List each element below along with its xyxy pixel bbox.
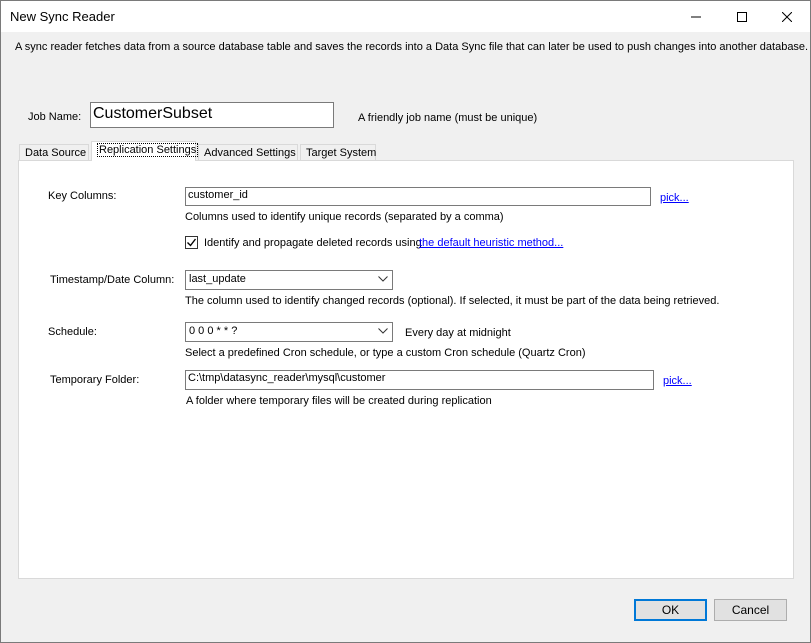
schedule-value: 0 0 0 * * ?: [189, 325, 238, 337]
temp-folder-pick-link[interactable]: pick...: [663, 375, 692, 387]
heuristic-method-link[interactable]: the default heuristic method...: [419, 237, 563, 249]
title-bar: New Sync Reader: [1, 1, 810, 32]
timestamp-column-label: Timestamp/Date Column:: [50, 274, 175, 286]
job-name-hint: A friendly job name (must be unique): [358, 112, 538, 124]
temp-folder-input[interactable]: C:\tmp\datasync_reader\mysql\customer: [185, 370, 654, 390]
job-name-input[interactable]: CustomerSubset: [90, 102, 334, 128]
timestamp-column-value: last_update: [189, 273, 246, 285]
close-button[interactable]: [764, 1, 810, 32]
chevron-down-icon: [378, 328, 388, 334]
key-columns-input[interactable]: customer_id: [185, 187, 651, 206]
maximize-button[interactable]: [719, 1, 765, 32]
tab-data-source[interactable]: Data Source: [19, 144, 89, 161]
close-icon: [782, 11, 792, 22]
deleted-records-label: Identify and propagate deleted records u…: [204, 237, 422, 249]
key-columns-label: Key Columns:: [48, 190, 117, 202]
key-columns-pick-link[interactable]: pick...: [660, 192, 689, 204]
minimize-button[interactable]: [673, 1, 719, 32]
cancel-button[interactable]: Cancel: [714, 599, 787, 621]
chevron-down-icon: [378, 276, 388, 282]
schedule-description: Every day at midnight: [405, 327, 511, 339]
schedule-hint: Select a predefined Cron schedule, or ty…: [185, 347, 586, 359]
tab-target-system[interactable]: Target System: [300, 144, 376, 161]
minimize-icon: [691, 16, 701, 17]
tab-advanced-settings[interactable]: Advanced Settings: [198, 144, 298, 161]
timestamp-column-hint: The column used to identify changed reco…: [185, 295, 720, 307]
checkmark-icon: [187, 238, 197, 247]
ok-button[interactable]: OK: [634, 599, 707, 621]
maximize-icon: [737, 11, 747, 22]
window-title: New Sync Reader: [10, 9, 115, 24]
tab-panel: Key Columns: customer_id pick... Columns…: [18, 160, 794, 579]
job-name-label: Job Name:: [28, 111, 82, 123]
temp-folder-label: Temporary Folder:: [50, 374, 140, 386]
timestamp-column-select[interactable]: last_update: [185, 270, 393, 290]
tab-label: Data Source: [25, 147, 87, 159]
schedule-label: Schedule:: [48, 326, 97, 338]
temp-folder-hint: A folder where temporary files will be c…: [186, 395, 492, 407]
key-columns-hint: Columns used to identify unique records …: [185, 211, 504, 223]
schedule-select[interactable]: 0 0 0 * * ?: [185, 322, 393, 342]
tab-replication-settings[interactable]: Replication Settings: [91, 141, 199, 161]
tab-label: Target System: [306, 147, 377, 159]
intro-text: A sync reader fetches data from a source…: [15, 41, 809, 53]
tab-label: Replication Settings: [97, 143, 199, 157]
dialog-window: New Sync Reader A sync reader fetches da…: [0, 0, 811, 643]
deleted-records-checkbox[interactable]: [185, 236, 198, 249]
tab-label: Advanced Settings: [204, 147, 296, 159]
